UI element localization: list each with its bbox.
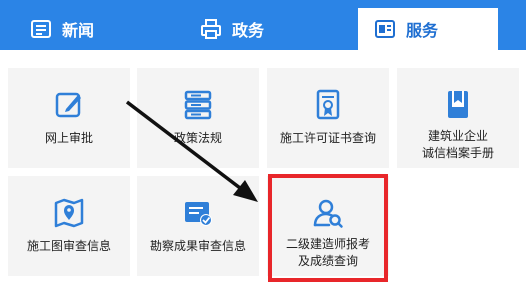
tile-label: 施工图审查信息 [26, 239, 111, 253]
tile-drawing-review-info[interactable]: 施工图审查信息 [8, 176, 130, 276]
top-tab-bar: 新闻 政务 服务 [0, 0, 526, 50]
checked-tray-icon [185, 202, 212, 226]
tile-online-approval[interactable]: 网上审批 [8, 68, 130, 168]
tile-label: 二级建造师报考 及成绩查询 [286, 236, 370, 270]
user-search-icon [313, 199, 343, 228]
tile-survey-review-info[interactable]: 勘察成果审查信息 [137, 176, 259, 276]
tile-enterprise-credit-archive[interactable]: 建筑业企业 诚信档案手册 [397, 68, 519, 168]
tile-label: 勘察成果审查信息 [149, 239, 246, 253]
tile-label-line2: 诚信档案手册 [421, 146, 494, 160]
server-stack-icon [184, 90, 212, 120]
tile-label: 政策法规 [173, 131, 222, 145]
tab-government-label: 政务 [232, 21, 265, 40]
news-list-icon [31, 20, 51, 38]
tile-label-line2: 及成绩查询 [297, 254, 358, 268]
tile-label: 建筑业企业 诚信档案手册 [422, 128, 494, 162]
tile-label-line1: 二级建造师报考 [285, 237, 370, 251]
tab-government[interactable]: 政务 [200, 8, 264, 50]
tab-news[interactable]: 新闻 [30, 8, 94, 50]
tile-label: 网上审批 [44, 131, 93, 145]
printer-icon [201, 19, 221, 39]
edit-approval-icon [55, 92, 81, 118]
archive-book-icon [448, 91, 468, 118]
tab-service-label: 服务 [406, 21, 439, 40]
tile-label: 施工许可证书查询 [279, 131, 376, 145]
tile-constructor-exam-query[interactable]: 二级建造师报考 及成绩查询 [267, 176, 389, 276]
tab-news-label: 新闻 [62, 21, 95, 40]
service-window-icon [375, 20, 395, 38]
tile-policy-regulations[interactable]: 政策法规 [137, 68, 259, 168]
tab-service[interactable]: 服务 [358, 8, 498, 50]
certificate-icon [316, 89, 340, 120]
tile-label-line1: 建筑业企业 [427, 129, 488, 143]
tile-construction-permit-query[interactable]: 施工许可证书查询 [267, 68, 389, 168]
map-pin-icon [54, 198, 84, 228]
